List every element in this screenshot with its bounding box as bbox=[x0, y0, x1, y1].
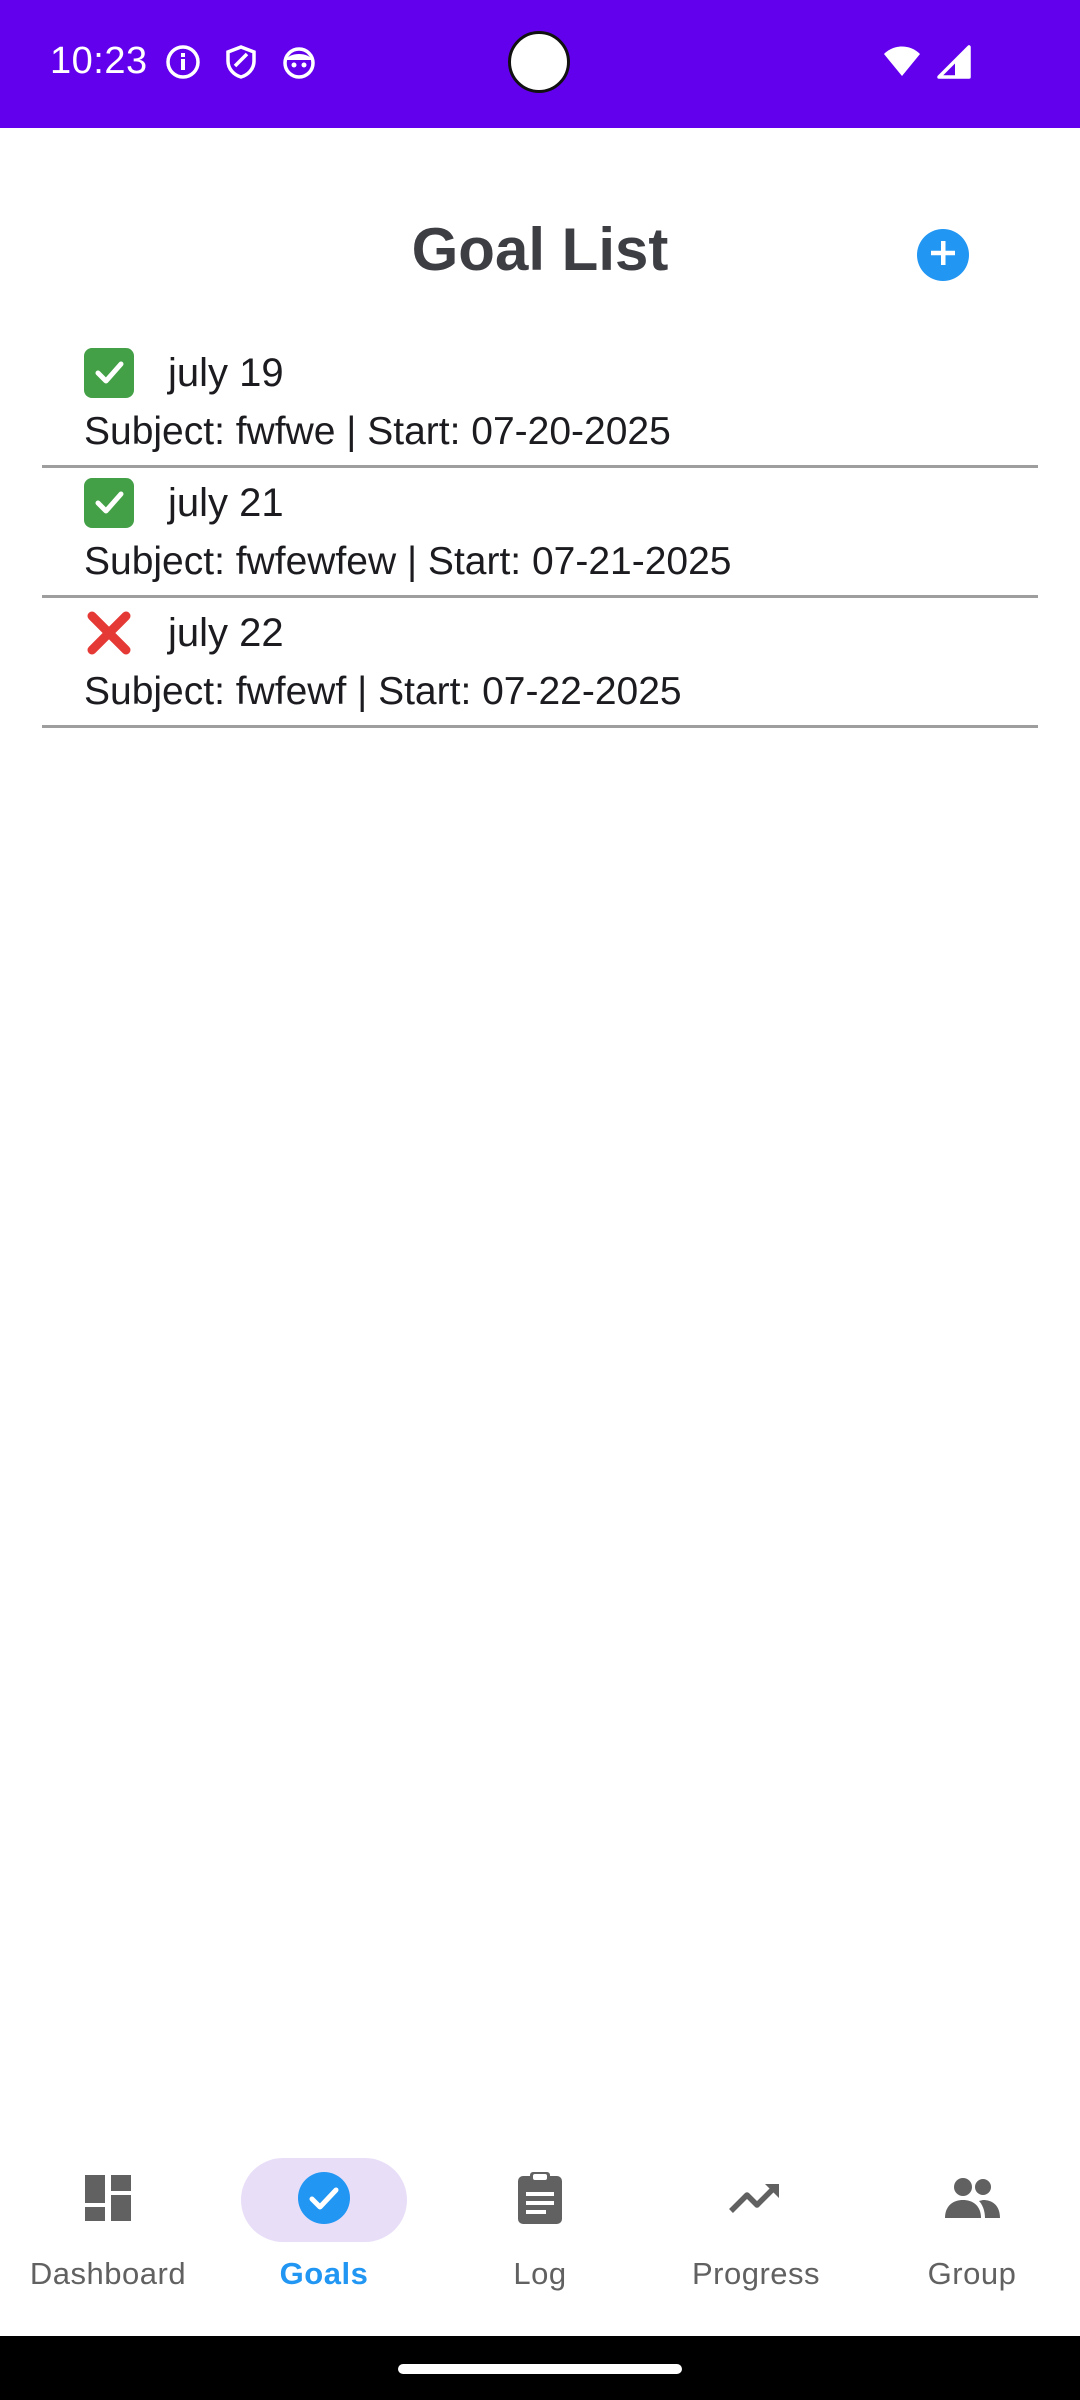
nav-pill bbox=[25, 2158, 191, 2242]
plus-circle-icon bbox=[928, 238, 958, 273]
goal-title: july 21 bbox=[168, 480, 284, 525]
nav-item-log[interactable]: Log bbox=[432, 2158, 648, 2292]
nav-label: Dashboard bbox=[29, 2256, 187, 2291]
status-time: 10:23 bbox=[50, 40, 148, 82]
goal-subtitle: Subject: fwfewf | Start: 07-22-2025 bbox=[84, 670, 682, 713]
nav-pill-active bbox=[241, 2158, 407, 2242]
check-icon bbox=[84, 478, 134, 528]
shield-icon bbox=[223, 44, 259, 80]
add-goal-button[interactable] bbox=[917, 229, 969, 281]
check-icon bbox=[84, 348, 134, 398]
goal-item[interactable]: july 19 Subject: fwfwe | Start: 07-20-20… bbox=[42, 338, 1038, 468]
clipboard-icon bbox=[514, 2170, 566, 2231]
goal-list: july 19 Subject: fwfwe | Start: 07-20-20… bbox=[42, 338, 1038, 728]
status-bar: 10:23 bbox=[0, 0, 1080, 128]
goal-subtitle: Subject: fwfewfew | Start: 07-21-2025 bbox=[84, 540, 732, 583]
nav-item-progress[interactable]: Progress bbox=[648, 2158, 864, 2292]
nav-item-group[interactable]: Group bbox=[864, 2158, 1080, 2292]
group-icon bbox=[942, 2176, 1002, 2225]
signal-icon bbox=[936, 44, 972, 85]
goal-item[interactable]: july 21 Subject: fwfewfew | Start: 07-21… bbox=[42, 468, 1038, 598]
dashboard-icon bbox=[82, 2172, 134, 2229]
trending-up-icon bbox=[728, 2178, 784, 2223]
info-icon bbox=[165, 44, 201, 80]
status-icons-right bbox=[882, 44, 972, 85]
android-face-icon bbox=[281, 44, 317, 80]
system-navigation-bar bbox=[0, 2336, 1080, 2400]
nav-item-dashboard[interactable]: Dashboard bbox=[0, 2158, 216, 2292]
nav-item-goals[interactable]: Goals bbox=[216, 2158, 432, 2292]
goal-title-row: july 22 bbox=[84, 608, 284, 658]
cross-icon bbox=[84, 608, 134, 658]
nav-label: Goals bbox=[279, 2256, 369, 2291]
goal-title-row: july 19 bbox=[84, 348, 284, 398]
home-indicator[interactable] bbox=[398, 2364, 682, 2374]
goal-title-row: july 21 bbox=[84, 478, 284, 528]
nav-pill bbox=[673, 2158, 839, 2242]
check-circle-icon bbox=[296, 2170, 352, 2231]
nav-label: Log bbox=[513, 2256, 567, 2291]
nav-label: Group bbox=[927, 2256, 1017, 2291]
goal-subtitle: Subject: fwfwe | Start: 07-20-2025 bbox=[84, 410, 671, 453]
goal-title: july 22 bbox=[168, 610, 284, 655]
camera-cutout bbox=[508, 31, 570, 93]
goal-title: july 19 bbox=[168, 350, 284, 395]
status-icons-left bbox=[165, 44, 317, 80]
bottom-navigation: Dashboard Goals Log Progress Group bbox=[0, 2128, 1080, 2336]
nav-label: Progress bbox=[691, 2256, 821, 2291]
wifi-icon bbox=[882, 44, 922, 85]
nav-pill bbox=[889, 2158, 1055, 2242]
goal-item[interactable]: july 22 Subject: fwfewf | Start: 07-22-2… bbox=[42, 598, 1038, 728]
nav-pill bbox=[457, 2158, 623, 2242]
